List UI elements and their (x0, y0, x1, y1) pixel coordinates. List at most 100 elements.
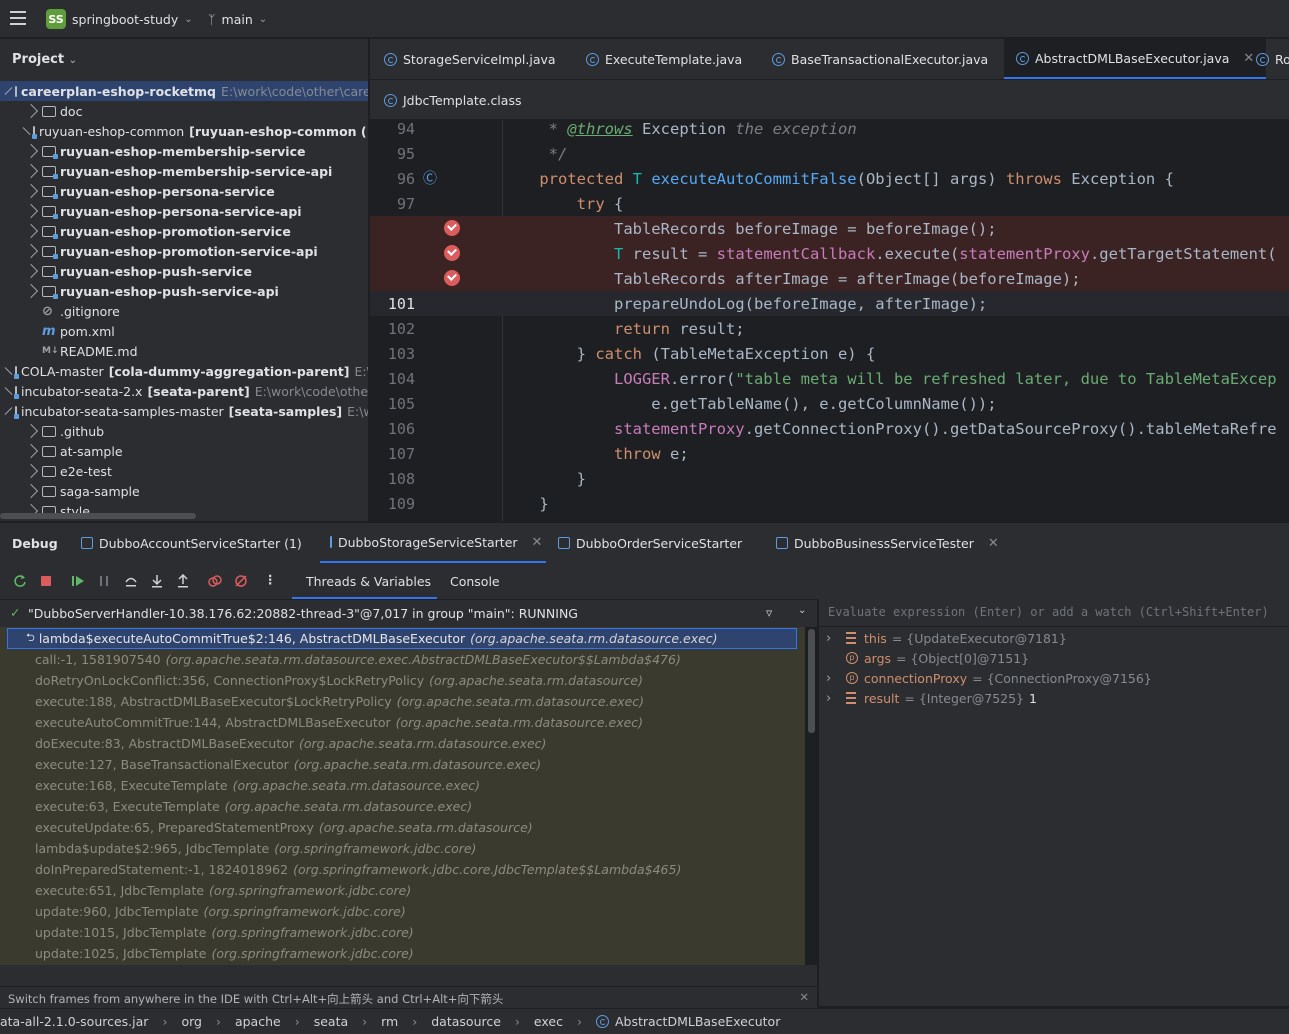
stack-frame[interactable]: doInPreparedStatement:-1, 1824018962 (org… (0, 859, 805, 880)
breadcrumb-item[interactable]: org (181, 1014, 202, 1029)
override-icon[interactable]: Ⓒ (423, 168, 437, 188)
frames-scrollbar[interactable] (808, 629, 815, 733)
breakpoint-icon[interactable] (444, 245, 460, 261)
stack-frame[interactable]: doRetryOnLockConflict:356, ConnectionPro… (0, 670, 805, 691)
tree-item[interactable]: at-sample (0, 441, 368, 461)
gutter[interactable] (415, 266, 502, 291)
breakpoint-icon[interactable] (444, 220, 460, 236)
project-panel-header[interactable]: Project ⌄ (12, 52, 77, 67)
tree-item[interactable]: COLA-master [cola-dummy-aggregation-paren… (0, 361, 368, 381)
tree-item[interactable]: ⊘ .gitignore (0, 301, 368, 321)
chevron-right-icon[interactable] (23, 283, 39, 299)
filter-icon[interactable]: ▿ (766, 605, 772, 620)
tree-item[interactable]: ruyuan-eshop-promotion-service (0, 221, 368, 241)
chevron-right-icon[interactable] (22, 127, 31, 135)
stack-frame[interactable]: doExecute:83, AbstractDMLBaseExecutor (or… (0, 733, 805, 754)
gutter[interactable] (415, 341, 502, 366)
pause-icon[interactable] (97, 574, 111, 588)
stack-frame[interactable]: execute:188, AbstractDMLBaseExecutor$Loc… (0, 691, 805, 712)
subtab-threads-variables[interactable]: Threads & Variables (306, 564, 431, 599)
code-editor[interactable]: 94 * @throws Exception the exception 95 *… (370, 120, 1289, 521)
gutter[interactable] (415, 216, 502, 241)
tree-item[interactable]: doc (0, 101, 368, 121)
gutter[interactable] (415, 291, 502, 316)
chevron-right-icon[interactable] (23, 483, 39, 499)
chevron-right-icon[interactable] (23, 143, 39, 159)
tree-item[interactable]: ruyuan-eshop-membership-service (0, 141, 368, 161)
tree-item[interactable]: .github (0, 421, 368, 441)
gutter[interactable] (415, 441, 502, 466)
gutter[interactable]: Ⓒ (415, 166, 502, 191)
chevron-right-icon[interactable]: › (826, 691, 846, 706)
chevron-right-icon[interactable]: › (826, 631, 846, 646)
chevron-right-icon[interactable] (23, 163, 39, 179)
gutter[interactable] (415, 316, 502, 341)
close-tab-icon[interactable]: ✕ (988, 536, 999, 551)
variable-row[interactable]: › this = {UpdateExecutor@7181} (826, 628, 1067, 648)
tree-item[interactable]: ruyuan-eshop-common [ruyuan-eshop-common … (0, 121, 368, 141)
step-into-icon[interactable] (150, 574, 164, 588)
chevron-right-icon[interactable] (23, 463, 39, 479)
breadcrumb-item[interactable]: rm (381, 1014, 398, 1029)
gutter[interactable] (415, 416, 502, 441)
tree-item[interactable]: ruyuan-eshop-persona-service-api (0, 201, 368, 221)
editor-tab[interactable]: JdbcTemplate.class (384, 80, 521, 120)
chevron-right-icon[interactable] (4, 387, 13, 395)
stack-frame[interactable]: call:-1, 1581907540 (org.apache.seata.rm.… (0, 649, 805, 670)
gutter[interactable] (415, 241, 502, 266)
step-out-icon[interactable] (176, 574, 190, 588)
chevron-right-icon[interactable] (23, 243, 39, 259)
tree-item[interactable]: e2e-test (0, 461, 368, 481)
tree-item[interactable]: ruyuan-eshop-push-service-api (0, 281, 368, 301)
chevron-right-icon[interactable] (23, 183, 39, 199)
tree-item[interactable]: incubator-seata-2.x [seata-parent] E:\work… (0, 381, 368, 401)
gutter[interactable] (415, 491, 502, 516)
more-options-icon[interactable]: ⋮ (264, 572, 277, 587)
editor-tab[interactable]: BaseTransactionalExecutor.java (772, 39, 988, 79)
variable-row[interactable]: › result = {Integer@7525} 1 (826, 688, 1037, 708)
gutter[interactable] (415, 466, 502, 491)
rerun-icon[interactable] (13, 574, 27, 588)
tree-item[interactable]: incubator-seata-samples-master [seata-sam… (0, 401, 368, 421)
close-hint-icon[interactable]: ✕ (799, 990, 809, 1004)
main-menu-icon[interactable] (10, 11, 26, 25)
gutter[interactable] (415, 141, 502, 166)
stack-frame[interactable]: execute:63, ExecuteTemplate (org.apache.s… (0, 796, 805, 817)
horizontal-scrollbar[interactable] (0, 513, 196, 519)
chevron-right-icon[interactable] (23, 103, 39, 119)
breadcrumb-item[interactable]: ata-all-2.1.0-sources.jar (0, 1014, 148, 1029)
stack-frame[interactable]: update:1025, JdbcTemplate (org.springfram… (0, 943, 805, 964)
tree-item[interactable]: ruyuan-eshop-push-service (0, 261, 368, 281)
evaluate-expression-input[interactable]: Evaluate expression (Enter) or add a wat… (819, 599, 1289, 627)
gutter[interactable] (415, 120, 502, 141)
chevron-right-icon[interactable]: › (826, 671, 846, 686)
stack-frame[interactable]: ⮌ lambda$executeAutoCommitTrue$2:146, Ab… (7, 628, 797, 649)
chevron-right-icon[interactable] (23, 263, 39, 279)
breakpoint-icon[interactable] (444, 270, 460, 286)
chevron-right-icon[interactable] (4, 367, 13, 375)
stack-frame[interactable]: lambda$update$2:965, JdbcTemplate (org.sp… (0, 838, 805, 859)
breadcrumb-item[interactable]: apache (235, 1014, 281, 1029)
stack-frame[interactable]: executeAutoCommitTrue:144, AbstractDMLBa… (0, 712, 805, 733)
stack-frame[interactable]: execute:127, BaseTransactionalExecutor (o… (0, 754, 805, 775)
editor-tab[interactable]: ExecuteTemplate.java (586, 39, 742, 79)
chevron-right-icon[interactable] (23, 443, 39, 459)
tree-item[interactable]: ruyuan-eshop-promotion-service-api (0, 241, 368, 261)
close-tab-icon[interactable]: ✕ (1243, 51, 1254, 66)
stop-icon[interactable] (39, 574, 53, 588)
gutter[interactable] (415, 391, 502, 416)
chevron-right-icon[interactable] (23, 203, 39, 219)
debug-session-tab[interactable]: DubboBusinessServiceTester ✕ (776, 523, 999, 563)
stack-frame[interactable]: execute:651, JdbcTemplate (org.springfram… (0, 880, 805, 901)
tree-item[interactable]: saga-sample (0, 481, 368, 501)
tree-item[interactable]: ruyuan-eshop-persona-service (0, 181, 368, 201)
resume-icon[interactable] (71, 574, 85, 588)
editor-tab[interactable]: StorageServiceImpl.java (384, 39, 556, 79)
subtab-console[interactable]: Console (450, 564, 500, 599)
mute-breakpoints-icon[interactable] (234, 574, 248, 588)
chevron-right-icon[interactable] (23, 423, 39, 439)
project-selector[interactable]: SS springboot-study ⌄ (46, 8, 193, 30)
chevron-right-icon[interactable] (23, 223, 39, 239)
debug-session-tab[interactable]: DubboAccountServiceStarter (1) (81, 523, 302, 563)
tree-item[interactable]: m pom.xml (0, 321, 368, 341)
